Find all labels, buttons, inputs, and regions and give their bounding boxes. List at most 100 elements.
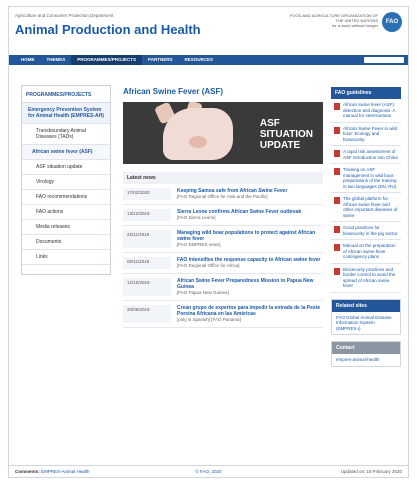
sidebar-item-documents[interactable]: Documents <box>22 235 110 250</box>
news-date: 13/12/2019 <box>123 209 171 221</box>
comments-label: Comments: <box>15 469 40 474</box>
related-sites-header: Related sites <box>332 299 400 312</box>
guideline-item[interactable]: The global platform for African swine fe… <box>331 193 401 222</box>
banner-line: SITUATION <box>259 129 313 140</box>
banner-line: UPDATE <box>259 140 301 151</box>
related-sites-box: Related sites FAO Global Animal Disease … <box>331 298 401 335</box>
search-input[interactable] <box>364 57 404 63</box>
right-sidebar: FAO guidelines African swine fever (ASF)… <box>331 87 401 367</box>
pdf-icon <box>334 126 340 134</box>
news-body: Managing wild boar populations to protec… <box>171 230 323 248</box>
news-date: 17/02/2020 <box>123 188 171 200</box>
pdf-icon <box>334 226 340 233</box>
banner-text: ASF SITUATION UPDATE <box>260 118 313 151</box>
left-sidebar: PROGRAMMES/PROJECTS Emergency Prevention… <box>21 85 111 275</box>
news-item: 12/10/2019 African Swine Fever Preparedn… <box>123 274 323 301</box>
news-source: [FAO Papua New Guinea] <box>177 290 229 295</box>
sidebar-item-links[interactable]: Links <box>22 250 110 265</box>
guideline-link[interactable]: African Swine Fever in wild boar: Ecolog… <box>343 126 399 143</box>
org-tagline: for a world without hunger <box>331 23 378 28</box>
banner-line: ASF <box>259 118 280 129</box>
main-content: African Swine Fever (ASF) ASF SITUATION … <box>119 85 325 328</box>
site-title[interactable]: Animal Production and Health <box>15 22 201 37</box>
pdf-icon <box>334 244 340 251</box>
nav-partners[interactable]: PARTNERS <box>142 55 178 65</box>
news-body: Crean grupo de expertos para impedir la … <box>171 305 323 323</box>
news-header: Latest news <box>123 172 323 184</box>
news-date: 05/11/2019 <box>123 257 171 269</box>
guideline-link[interactable]: Manual on the preparation of African swi… <box>343 243 399 260</box>
news-link[interactable]: African Swine Fever Preparedness Mission… <box>177 278 323 290</box>
news-date: 20/09/2019 <box>123 305 171 323</box>
guidelines-header: FAO guidelines <box>331 87 401 99</box>
guideline-item[interactable]: Manual on the preparation of African swi… <box>331 240 401 264</box>
guideline-link[interactable]: Training on ASF management in wild boar:… <box>343 167 399 189</box>
news-item: 20/09/2019 Crean grupo de expertos para … <box>123 301 323 328</box>
footer-updated: Updated on: 18 February 2020 <box>340 469 402 474</box>
sidebar-item-actions[interactable]: FAO actions <box>22 205 110 220</box>
nav-resources[interactable]: RESOURCES <box>178 55 219 65</box>
pig-image <box>163 108 233 160</box>
news-item: 05/11/2019 FAO intensifies the response … <box>123 253 323 274</box>
guideline-link[interactable]: Good practices for biosecurity in the pi… <box>343 225 399 236</box>
sidebar-item-media[interactable]: Media releases <box>22 220 110 235</box>
guideline-item[interactable]: African swine fever (ASF) detection and … <box>331 99 401 123</box>
news-date: 22/11/2019 <box>123 230 171 248</box>
guideline-link[interactable]: A rapid risk assessment of ASF introduct… <box>343 149 399 160</box>
nav-programmes[interactable]: PROGRAMMES/PROJECTS <box>71 55 143 65</box>
sidebar-item-virology[interactable]: Virology <box>22 175 110 190</box>
asf-banner[interactable]: ASF SITUATION UPDATE <box>123 102 323 164</box>
page-title: African Swine Fever (ASF) <box>123 87 224 96</box>
page-footer: Comments: EMPRES-Animal Health © FAO, 20… <box>9 465 408 477</box>
site-header: Agriculture and Consumer Protection Depa… <box>9 7 408 53</box>
department-name: Agriculture and Consumer Protection Depa… <box>15 13 114 18</box>
news-link[interactable]: Managing wild boar populations to protec… <box>177 230 323 242</box>
main-nav: HOME THEMES PROGRAMMES/PROJECTS PARTNERS… <box>9 55 408 65</box>
news-item: 17/02/2020 Keeping Samoa safe from Afric… <box>123 184 323 205</box>
news-source: [FAO EMPRES news] <box>177 242 221 247</box>
news-source: [FAO Sierra Leone] <box>177 215 216 220</box>
sidebar-item-asf[interactable]: African swine fever (ASF) <box>22 145 110 160</box>
related-site-link[interactable]: FAO Global Animal Disease Information Sy… <box>332 312 400 335</box>
guideline-link[interactable]: Biosecurity practices and border control… <box>343 267 399 289</box>
guideline-item[interactable]: A rapid risk assessment of ASF introduct… <box>331 146 401 164</box>
pdf-icon <box>334 168 340 175</box>
pdf-icon <box>334 197 340 204</box>
contact-header: Contact <box>332 342 400 354</box>
news-date: 12/10/2019 <box>123 278 171 296</box>
fao-logo-icon[interactable]: FAO <box>382 12 402 32</box>
guideline-link[interactable]: The global platform for African swine fe… <box>343 196 399 218</box>
footer-comments: Comments: EMPRES-Animal Health <box>15 469 144 474</box>
news-source: [FAO Regional Office for Asia and the Pa… <box>177 194 268 199</box>
news-item: 13/12/2019 Sierra Leone confirms African… <box>123 205 323 226</box>
pdf-icon <box>334 103 340 110</box>
org-name: FOOD AND AGRICULTURE ORGANIZATION OF THE… <box>289 13 378 23</box>
sidebar-item-situation[interactable]: ASF situation update <box>22 160 110 175</box>
guideline-item[interactable]: Biosecurity practices and border control… <box>331 264 401 293</box>
guideline-link[interactable]: African swine fever (ASF) detection and … <box>343 102 399 119</box>
sidebar-item-tads[interactable]: Transboundary Animal Diseases (TADs) <box>22 124 110 145</box>
contact-link[interactable]: empres-animal-health <box>332 354 400 366</box>
sidebar-item-empres[interactable]: Emergency Prevention System for Animal H… <box>22 103 110 124</box>
news-body: Sierra Leone confirms African Swine Feve… <box>171 209 323 221</box>
footer-copyright[interactable]: © FAO, 2020 <box>144 469 273 474</box>
guideline-item[interactable]: Training on ASF management in wild boar:… <box>331 164 401 193</box>
contact-box: Contact empres-animal-health <box>331 341 401 367</box>
guideline-item[interactable]: Good practices for biosecurity in the pi… <box>331 222 401 240</box>
sidebar-item-recommendations[interactable]: FAO recommendations <box>22 190 110 205</box>
news-source: [only in Spanish] [FAO Panama] <box>177 317 241 322</box>
sidebar-header[interactable]: PROGRAMMES/PROJECTS <box>22 86 110 103</box>
news-body: FAO intensifies the response capacity to… <box>171 257 323 269</box>
nav-home[interactable]: HOME <box>15 55 41 65</box>
pdf-icon <box>334 267 340 275</box>
news-link[interactable]: Crean grupo de expertos para impedir la … <box>177 305 323 317</box>
guideline-item[interactable]: African Swine Fever in wild boar: Ecolog… <box>331 123 401 146</box>
organization-name: FOOD AND AGRICULTURE ORGANIZATION OF THE… <box>288 13 378 28</box>
comments-link[interactable]: EMPRES-Animal Health <box>41 469 90 474</box>
news-body: African Swine Fever Preparedness Mission… <box>171 278 323 296</box>
pig-snout-shape <box>189 136 207 148</box>
page: Agriculture and Consumer Protection Depa… <box>8 6 409 478</box>
news-body: Keeping Samoa safe from African Swine Fe… <box>171 188 323 200</box>
pdf-icon <box>334 150 340 157</box>
nav-themes[interactable]: THEMES <box>41 55 72 65</box>
